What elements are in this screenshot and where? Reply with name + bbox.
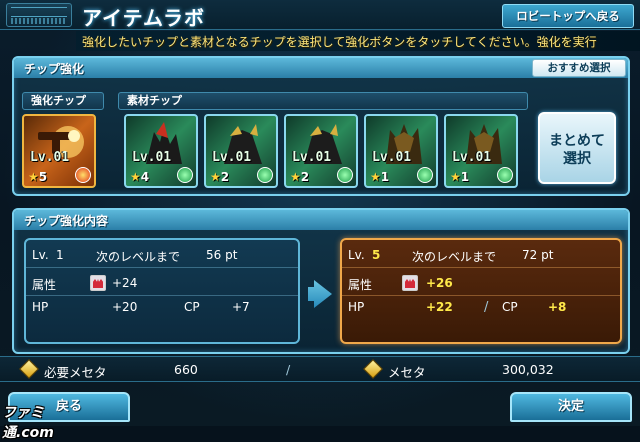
bulk-select-button[interactable]: まとめて 選択 bbox=[538, 112, 616, 184]
wind-element-icon bbox=[257, 167, 273, 183]
confirm-button[interactable]: 決定 bbox=[510, 392, 632, 422]
meseta-coin-icon bbox=[363, 359, 383, 379]
attribute-label: 属性 bbox=[348, 278, 373, 292]
wind-element-icon bbox=[417, 167, 433, 183]
instruction-ticker: 強化したいチップと素材となるチップを選択して強化ボタンをタッチしてください。強化… bbox=[76, 31, 640, 51]
owned-meseta-value: 300,032 bbox=[502, 362, 554, 377]
enhance-details-title: チップ強化内容 bbox=[24, 214, 109, 228]
wind-element-icon bbox=[177, 167, 193, 183]
next-level-label: 次のレベルまで bbox=[412, 250, 497, 264]
chip-enhance-title: チップ強化 bbox=[24, 62, 85, 76]
required-meseta-value: 660 bbox=[174, 362, 198, 377]
hp-label: HP bbox=[32, 300, 49, 314]
hp-cp-row: HP +20 CP +7 bbox=[26, 296, 298, 320]
chip-rarity: ★2 bbox=[210, 170, 230, 184]
chip-level: Lv.01 bbox=[292, 150, 332, 165]
chip-rarity: ★4 bbox=[130, 170, 150, 184]
attribute-value: +26 bbox=[426, 276, 453, 290]
attribute-row: 属性 +26 bbox=[342, 272, 620, 296]
material-chip-label: 素材チップ bbox=[118, 92, 528, 110]
material-chip-slot-3[interactable]: Lv.01 ★2 bbox=[284, 114, 358, 188]
hp-cp-row: HP +22 / CP +8 bbox=[342, 296, 620, 320]
chip-rarity: ★1 bbox=[450, 170, 470, 184]
attribute-label: 属性 bbox=[32, 278, 57, 292]
meseta-coin-icon bbox=[19, 359, 39, 379]
instruction-text: 強化したいチップと素材となるチップを選択して強化ボタンをタッチしてください。強化… bbox=[82, 35, 597, 49]
cp-label: CP bbox=[502, 300, 518, 314]
next-level-label: 次のレベルまで bbox=[96, 250, 181, 264]
cp-value: +7 bbox=[232, 300, 250, 314]
level-value: 1 bbox=[56, 248, 64, 262]
chip-level: Lv.01 bbox=[372, 150, 412, 165]
level-label: Lv. bbox=[348, 248, 365, 262]
chip-level: Lv.01 bbox=[452, 150, 492, 165]
next-level-points: 56 pt bbox=[206, 248, 238, 262]
meseta-bar: 必要メセタ 660 / メセタ 300,032 bbox=[0, 356, 640, 382]
separator-slash: / bbox=[484, 300, 489, 315]
hp-value: +22 bbox=[426, 300, 453, 314]
material-chip-slot-5[interactable]: Lv.01 ★1 bbox=[444, 114, 518, 188]
famitsu-watermark-logo: ファミ通.com bbox=[2, 405, 54, 441]
level-row: Lv. 5 次のレベルまで 72 pt bbox=[342, 244, 620, 268]
material-chip-slot-2[interactable]: Lv.01 ★2 bbox=[204, 114, 278, 188]
cp-value: +8 bbox=[548, 300, 567, 314]
header-bar: アイテムラボ ロビートップへ戻る bbox=[0, 0, 640, 30]
hp-label: HP bbox=[348, 300, 365, 314]
attribute-crown-icon bbox=[90, 275, 106, 291]
level-row: Lv. 1 次のレベルまで 56 pt bbox=[26, 244, 298, 268]
owned-meseta-label: メセタ bbox=[388, 365, 426, 380]
attribute-crown-icon bbox=[402, 275, 418, 291]
material-chip-slot-1[interactable]: Lv.01 ★4 bbox=[124, 114, 198, 188]
enhance-chip-slot[interactable]: Lv.01 ★5 bbox=[22, 114, 96, 188]
chip-level: Lv.01 bbox=[30, 150, 70, 165]
attribute-value: +24 bbox=[112, 276, 138, 290]
chip-level: Lv.01 bbox=[132, 150, 172, 165]
next-level-points: 72 pt bbox=[522, 248, 554, 262]
required-meseta-label: 必要メセタ bbox=[44, 365, 107, 380]
after-stats-box: Lv. 5 次のレベルまで 72 pt 属性 +26 HP +22 / CP +… bbox=[340, 238, 622, 344]
recommend-select-button[interactable]: おすすめ選択 bbox=[532, 59, 626, 77]
enhance-details-header: チップ強化内容 bbox=[14, 210, 628, 230]
chip-level: Lv.01 bbox=[212, 150, 252, 165]
before-stats-box: Lv. 1 次のレベルまで 56 pt 属性 +24 HP +20 CP +7 bbox=[24, 238, 300, 344]
page-title: アイテムラボ bbox=[82, 6, 205, 30]
meseta-separator: / bbox=[286, 362, 291, 377]
level-label: Lv. bbox=[32, 248, 49, 262]
chip-rarity: ★2 bbox=[290, 170, 310, 184]
material-chip-slot-4[interactable]: Lv.01 ★1 bbox=[364, 114, 438, 188]
chip-enhance-header: チップ強化 おすすめ選択 bbox=[14, 58, 628, 78]
chip-rarity: ★5 bbox=[28, 170, 48, 184]
chip-rarity: ★1 bbox=[370, 170, 390, 184]
hp-value: +20 bbox=[112, 300, 138, 314]
fire-element-icon bbox=[75, 167, 91, 183]
attribute-row: 属性 +24 bbox=[26, 272, 298, 296]
cp-label: CP bbox=[184, 300, 200, 314]
ship-emblem-icon bbox=[6, 3, 72, 27]
enhance-chip-label: 強化チップ bbox=[22, 92, 104, 110]
wind-element-icon bbox=[337, 167, 353, 183]
back-to-lobby-button[interactable]: ロビートップへ戻る bbox=[502, 4, 634, 28]
wind-element-icon bbox=[497, 167, 513, 183]
level-value: 5 bbox=[372, 248, 381, 262]
